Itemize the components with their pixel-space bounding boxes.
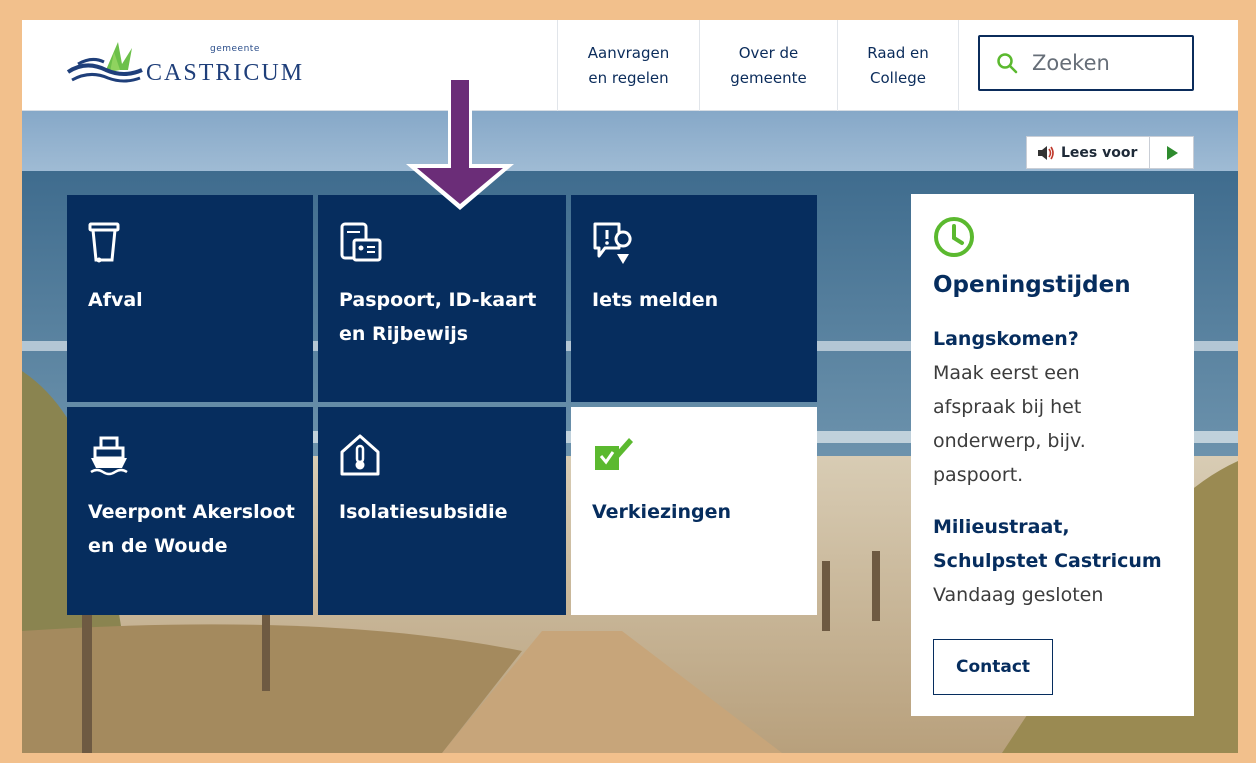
tile-label: Paspoort, ID-kaart en Rijbewijs: [339, 289, 537, 345]
tile-veerpont[interactable]: Veerpont Akersloot en de Woude: [67, 407, 313, 615]
nav-label-line1: Over de: [738, 43, 799, 62]
ferry-icon: [90, 436, 128, 476]
report-location-icon: [593, 222, 632, 264]
logo-main-text: CASTRICUM: [146, 60, 305, 86]
browser-viewport: gemeente CASTRICUM Aanvragen en regelen O…: [22, 20, 1238, 753]
tile-verkiezingen[interactable]: Verkiezingen: [571, 407, 817, 615]
arrow-annotation: [406, 76, 514, 210]
nav-label-line1: Aanvragen: [587, 43, 670, 62]
tile-iets-melden[interactable]: Iets melden: [571, 195, 817, 402]
id-card-icon: [340, 222, 382, 262]
tile-label: Afval: [88, 289, 143, 311]
milieustraat-status: Vandaag gesloten: [933, 584, 1104, 606]
milieustraat-link[interactable]: Milieustraat, Schulpstet Castricum: [933, 510, 1183, 578]
nav-label-line2: en regelen: [588, 68, 669, 87]
logo-wave-icon: [66, 42, 143, 83]
opening-hours-title: Openingstijden: [933, 272, 1131, 298]
tile-paspoort[interactable]: Paspoort, ID-kaart en Rijbewijs: [318, 195, 566, 402]
tile-label: Isolatiesubsidie: [339, 501, 508, 523]
nav-item-aanvragen[interactable]: Aanvragen en regelen: [557, 20, 699, 111]
search-input[interactable]: Zoeken: [978, 35, 1194, 91]
search-icon: [997, 53, 1018, 74]
nav-label-line2: gemeente: [730, 68, 807, 87]
visit-link[interactable]: Langskomen?: [933, 322, 1079, 356]
site-header: gemeente CASTRICUM Aanvragen en regelen O…: [22, 20, 1238, 111]
clock-icon: [934, 217, 974, 257]
tile-label: Veerpont Akersloot en de Woude: [88, 501, 295, 557]
nav-label-line1: Raad en: [867, 43, 929, 62]
visit-text: Maak eerst een afspraak bij het onderwer…: [933, 362, 1086, 486]
nav-item-raad-en-college[interactable]: Raad en College: [837, 20, 959, 111]
nav-item-over-de-gemeente[interactable]: Over de gemeente: [699, 20, 837, 111]
ballot-icon: [595, 438, 633, 470]
tile-label: Verkiezingen: [592, 501, 732, 523]
castricum-logo[interactable]: gemeente CASTRICUM: [66, 34, 306, 94]
read-aloud-widget: Lees voor: [1026, 136, 1194, 169]
tile-label: Iets melden: [592, 289, 719, 311]
nav-label-line2: College: [870, 68, 926, 87]
contact-button[interactable]: Contact: [933, 639, 1053, 695]
read-aloud-label: Lees voor: [1061, 144, 1138, 161]
house-thermometer-icon: [340, 434, 380, 476]
tile-isolatiesubsidie[interactable]: Isolatiesubsidie: [318, 407, 566, 615]
read-aloud-play-button[interactable]: [1150, 137, 1193, 168]
tile-afval[interactable]: Afval: [67, 195, 313, 402]
logo-small-text: gemeente: [210, 44, 260, 54]
play-icon: [1166, 145, 1178, 160]
read-aloud-button[interactable]: Lees voor: [1027, 137, 1150, 168]
search-placeholder: Zoeken: [1032, 51, 1110, 75]
main-nav: Aanvragen en regelen Over de gemeente Raad…: [557, 20, 959, 111]
waste-bin-icon: [88, 222, 120, 263]
opening-hours-panel: Openingstijden Langskomen? Maak eerst ee…: [911, 194, 1194, 716]
speaker-icon: [1038, 145, 1054, 160]
